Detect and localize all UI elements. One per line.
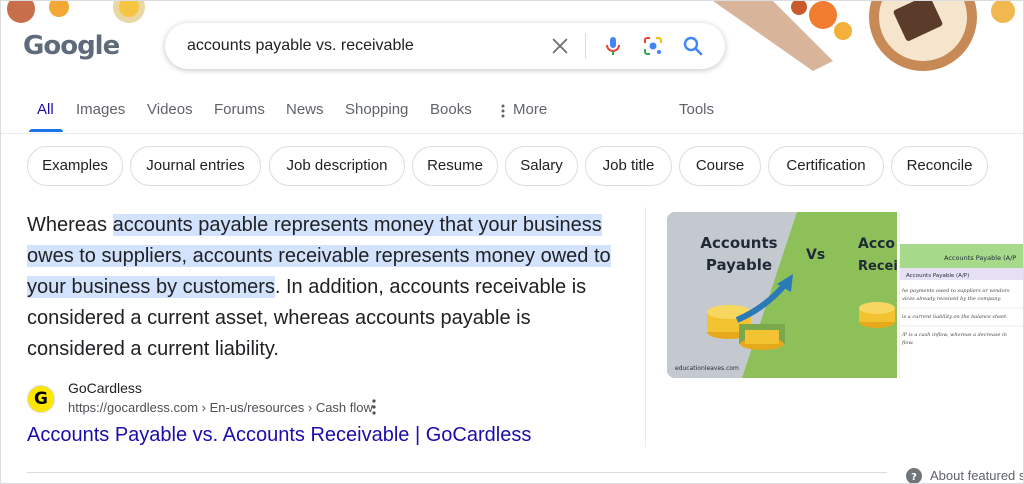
- more-options-icon[interactable]: [369, 398, 379, 416]
- tab-shopping[interactable]: Shopping: [345, 101, 408, 118]
- image-left-title-2: Payable: [706, 256, 772, 274]
- result-title-link[interactable]: Accounts Payable vs. Accounts Receivable…: [27, 424, 531, 447]
- microphone-icon[interactable]: [601, 34, 625, 58]
- doodle-decoration-right: [713, 1, 1015, 71]
- search-divider: [585, 33, 586, 59]
- image-watermark: educationleaves.com: [675, 365, 739, 372]
- tab-all[interactable]: All: [37, 101, 54, 118]
- gocardless-favicon-icon: G: [27, 385, 55, 413]
- search-input[interactable]: accounts payable vs. receivable: [187, 37, 414, 55]
- search-results-page: Google accounts payable vs. receivable A…: [0, 0, 1024, 484]
- image2-line-3: is a current liability on the balance sh…: [902, 314, 1008, 320]
- image2-header: Accounts Payable (A/P: [944, 254, 1016, 262]
- accounts-payable-table-image: Accounts Payable (A/P Accounts Payable (…: [900, 244, 1023, 346]
- help-icon: ?: [906, 468, 922, 483]
- chip-examples[interactable]: Examples: [27, 146, 123, 186]
- tools-button[interactable]: Tools: [679, 101, 714, 118]
- tabs-divider: [1, 133, 1023, 134]
- search-icon[interactable]: [681, 34, 705, 58]
- chip-job-description[interactable]: Job description: [269, 146, 405, 186]
- snippet-bottom-divider: [27, 472, 887, 473]
- favicon-letter: G: [34, 389, 48, 409]
- accounts-payable-vs-receivable-image: Accounts Payable Vs Acco Recei education…: [667, 212, 897, 378]
- image-right-title-1: Acco: [858, 236, 895, 252]
- featured-snippet-text: Whereas accounts payable represents mone…: [27, 210, 617, 365]
- tab-books[interactable]: Books: [430, 101, 472, 118]
- chip-journal-entries[interactable]: Journal entries: [130, 146, 261, 186]
- tab-news[interactable]: News: [286, 101, 324, 118]
- more-dots-icon: [501, 104, 505, 118]
- image2-line-5: flow.: [901, 340, 914, 346]
- camera-lens-icon[interactable]: [641, 34, 665, 58]
- image2-subheader: Accounts Payable (A/P): [906, 273, 969, 279]
- clear-icon[interactable]: [549, 35, 571, 57]
- source-name: GoCardless: [68, 380, 142, 396]
- image-left-title-1: Accounts: [700, 234, 777, 252]
- image2-line-2: vices already received by the company.: [902, 296, 1002, 302]
- about-featured-label: About featured sı: [930, 468, 1024, 483]
- chip-job-title[interactable]: Job title: [585, 146, 672, 186]
- chip-reconcile[interactable]: Reconcile: [891, 146, 988, 186]
- chip-certification[interactable]: Certification: [768, 146, 884, 186]
- google-logo[interactable]: Google: [21, 27, 121, 67]
- chip-course[interactable]: Course: [679, 146, 761, 186]
- logo-text: Google: [23, 31, 120, 61]
- search-tabs: All Images Videos Forums News Shopping B…: [1, 93, 1023, 133]
- tab-more[interactable]: More: [513, 101, 547, 118]
- result-source[interactable]: G GoCardless https://gocardless.com › En…: [27, 377, 587, 417]
- result-image-thumbnail-2[interactable]: Accounts Payable (A/P Accounts Payable (…: [899, 212, 1023, 378]
- image-vs-label: Vs: [806, 247, 825, 263]
- image2-line-1: he payments owed to suppliers or vendors: [902, 288, 1010, 294]
- chip-salary[interactable]: Salary: [505, 146, 578, 186]
- image-right-title-2: Recei: [858, 259, 897, 274]
- snippet-prefix: Whereas: [27, 214, 113, 236]
- tab-videos[interactable]: Videos: [147, 101, 193, 118]
- column-divider: [645, 207, 646, 447]
- tab-images[interactable]: Images: [76, 101, 125, 118]
- chip-resume[interactable]: Resume: [412, 146, 498, 186]
- search-box[interactable]: accounts payable vs. receivable: [165, 23, 725, 69]
- image2-line-4: /P is a cash inflow, whereas a decrease …: [901, 332, 1007, 338]
- result-image-thumbnail[interactable]: Accounts Payable Vs Acco Recei education…: [667, 212, 897, 378]
- tab-forums[interactable]: Forums: [214, 101, 265, 118]
- source-url: https://gocardless.com › En-us/resources…: [68, 400, 373, 415]
- active-tab-indicator: [29, 129, 63, 132]
- svg-text:?: ?: [911, 472, 917, 483]
